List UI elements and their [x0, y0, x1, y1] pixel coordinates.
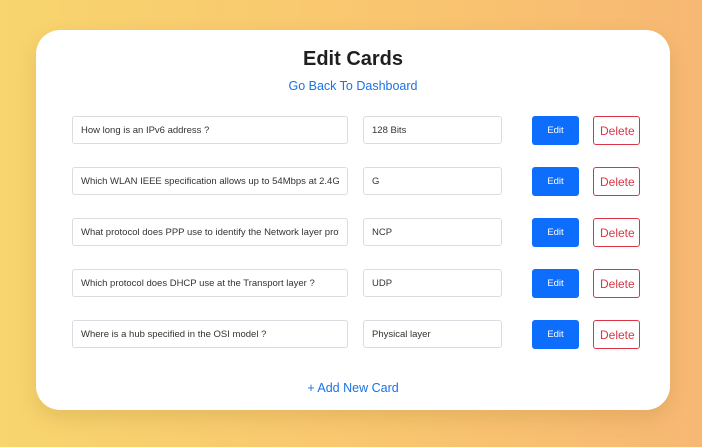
edit-button[interactable]: Edit: [532, 269, 579, 298]
back-to-dashboard-link[interactable]: Go Back To Dashboard: [36, 79, 670, 93]
answer-input[interactable]: [363, 167, 502, 195]
edit-button[interactable]: Edit: [532, 320, 579, 349]
delete-button[interactable]: Delete: [593, 320, 640, 349]
edit-button[interactable]: Edit: [532, 116, 579, 145]
edit-button[interactable]: Edit: [532, 218, 579, 247]
answer-input[interactable]: [363, 218, 502, 246]
card-row: Edit Delete: [72, 269, 640, 299]
card-row: Edit Delete: [72, 320, 640, 350]
page-title: Edit Cards: [302, 48, 404, 70]
card-row: Edit Delete: [72, 167, 640, 197]
question-input[interactable]: [72, 269, 348, 297]
card-row: Edit Delete: [72, 116, 640, 146]
add-new-card-link[interactable]: + Add New Card: [36, 381, 670, 395]
delete-button[interactable]: Delete: [593, 116, 640, 145]
card-row: Edit Delete: [72, 218, 640, 248]
answer-input[interactable]: [363, 116, 502, 144]
delete-button[interactable]: Delete: [593, 167, 640, 196]
question-input[interactable]: [72, 116, 348, 144]
card-list: Edit Delete Edit Delete Edit Delete Edit…: [72, 116, 640, 371]
edit-cards-panel: Edit Cards Go Back To Dashboard Edit Del…: [36, 30, 670, 410]
question-input[interactable]: [72, 320, 348, 348]
delete-button[interactable]: Delete: [593, 218, 640, 247]
answer-input[interactable]: [363, 269, 502, 297]
question-input[interactable]: [72, 167, 348, 195]
answer-input[interactable]: [363, 320, 502, 348]
edit-button[interactable]: Edit: [532, 167, 579, 196]
delete-button[interactable]: Delete: [593, 269, 640, 298]
question-input[interactable]: [72, 218, 348, 246]
